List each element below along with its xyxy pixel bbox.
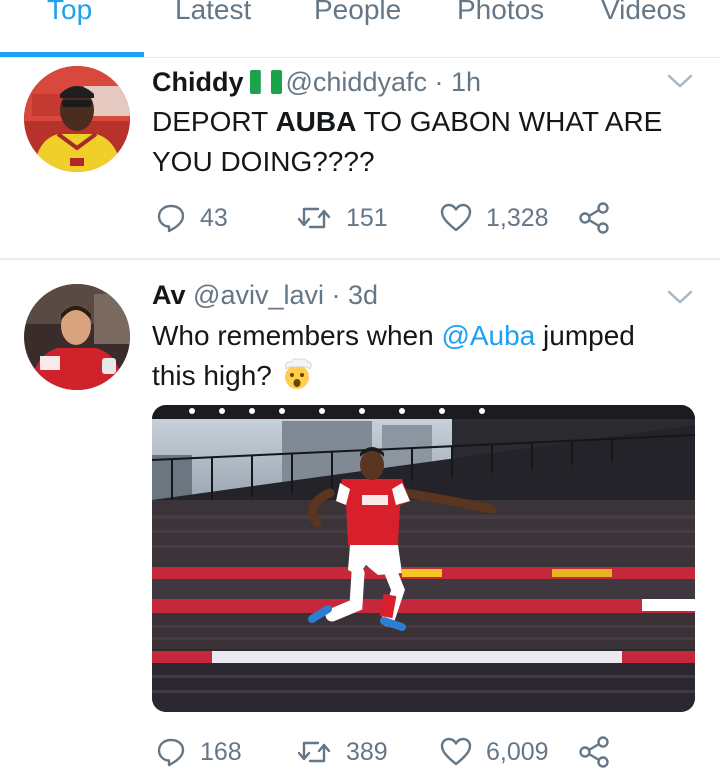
share-icon bbox=[579, 736, 609, 768]
tweet-actions: 43 151 1,328 bbox=[152, 198, 622, 238]
heart-icon bbox=[440, 737, 472, 766]
chevron-down-icon[interactable] bbox=[666, 288, 694, 306]
tweet-actions: 168 389 6,009 bbox=[152, 732, 622, 772]
retweet-button[interactable]: 389 bbox=[296, 732, 388, 772]
reply-count: 43 bbox=[200, 203, 228, 232]
like-button[interactable]: 6,009 bbox=[440, 732, 549, 772]
tweet-header: Chiddy @chiddyafc · 1h bbox=[152, 67, 482, 97]
reply-button[interactable]: 168 bbox=[156, 732, 242, 772]
search-tabs: Top Latest People Photos Videos bbox=[0, 0, 720, 58]
heart-icon bbox=[440, 203, 472, 232]
username[interactable]: @chiddyafc bbox=[286, 67, 427, 97]
avatar[interactable] bbox=[24, 284, 130, 390]
tab-people[interactable]: People bbox=[314, 0, 401, 26]
retweet-button[interactable]: 151 bbox=[296, 198, 388, 238]
tweet-header: Av @aviv_lavi · 3d bbox=[152, 280, 379, 310]
timestamp[interactable]: 3d bbox=[348, 280, 378, 310]
reply-icon bbox=[157, 738, 185, 767]
exploding-head-icon bbox=[280, 357, 314, 391]
chevron-down-icon[interactable] bbox=[666, 72, 694, 90]
share-button[interactable] bbox=[578, 198, 610, 238]
timestamp[interactable]: 1h bbox=[451, 67, 481, 97]
bold-keyword: AUBA bbox=[275, 106, 357, 137]
reply-button[interactable]: 43 bbox=[156, 198, 228, 238]
username[interactable]: @aviv_lavi bbox=[193, 280, 324, 310]
display-name[interactable]: Chiddy bbox=[152, 67, 244, 97]
retweet-icon bbox=[297, 207, 331, 229]
tab-top[interactable]: Top bbox=[47, 0, 92, 26]
mention-link[interactable]: @Auba bbox=[441, 320, 535, 351]
tweet-text: DEPORT AUBA TO GABON WHAT ARE YOU DOING?… bbox=[152, 106, 663, 177]
retweet-icon bbox=[297, 741, 331, 763]
tab-photos[interactable]: Photos bbox=[457, 0, 544, 26]
like-count: 1,328 bbox=[486, 203, 549, 232]
active-tab-indicator bbox=[0, 52, 144, 57]
like-button[interactable]: 1,328 bbox=[440, 198, 549, 238]
like-count: 6,009 bbox=[486, 737, 549, 766]
nigeria-flag-icon bbox=[249, 69, 282, 95]
tweet-photo[interactable] bbox=[152, 405, 695, 712]
tweet-text: Who remembers when @Auba jumped this hig… bbox=[152, 320, 635, 391]
share-icon bbox=[579, 202, 609, 234]
tweet-divider bbox=[0, 258, 720, 260]
retweet-count: 389 bbox=[346, 737, 388, 766]
tab-latest[interactable]: Latest bbox=[175, 0, 251, 26]
reply-icon bbox=[157, 204, 185, 233]
reply-count: 168 bbox=[200, 737, 242, 766]
tab-videos[interactable]: Videos bbox=[601, 0, 686, 26]
share-button[interactable] bbox=[578, 732, 610, 772]
display-name[interactable]: Av bbox=[152, 280, 186, 310]
avatar[interactable] bbox=[24, 66, 130, 172]
retweet-count: 151 bbox=[346, 203, 388, 232]
